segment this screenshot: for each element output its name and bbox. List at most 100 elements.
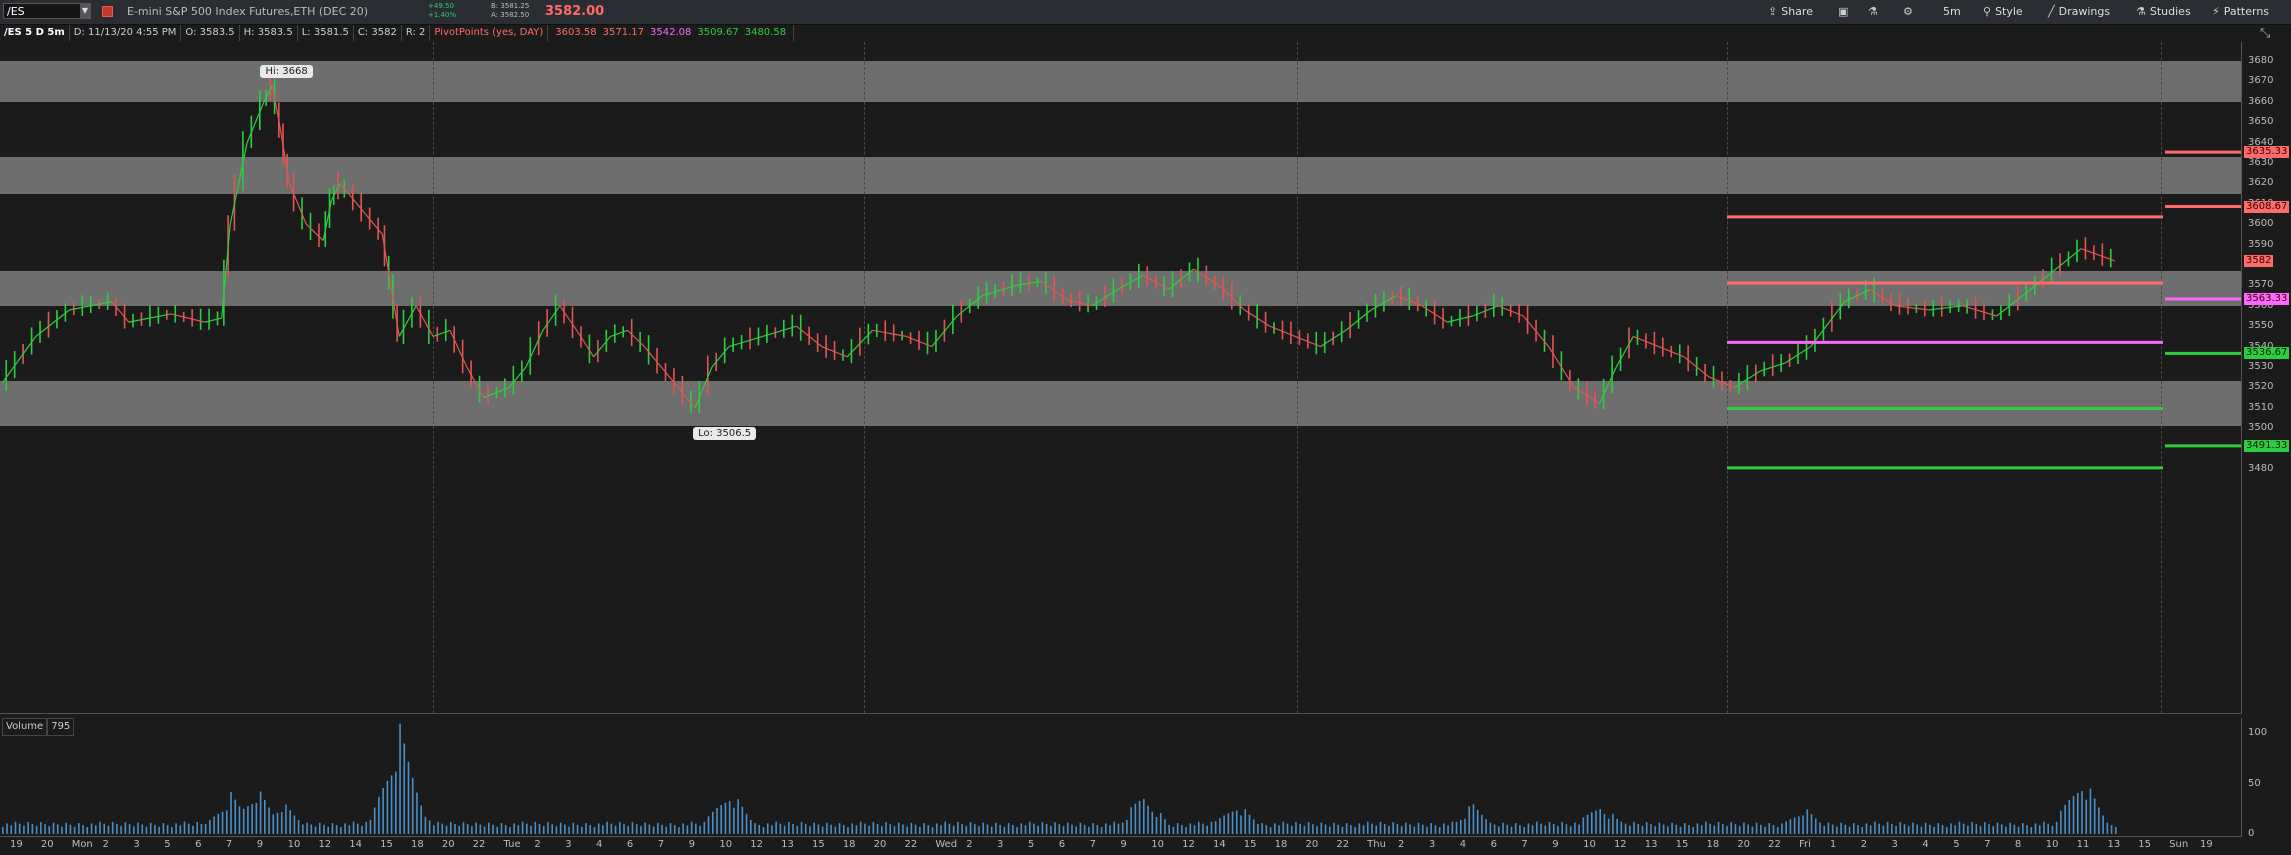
- volume-bar: [6, 823, 8, 834]
- volume-bar: [1548, 821, 1551, 834]
- interval-button[interactable]: 5m: [1943, 0, 1961, 24]
- time-axis[interactable]: 19 20 Mon 2 3 5 6 7 9 10 12 14 15 18 20 22 Tue 2 3 4 6 7 9 10 12…: [0, 837, 2241, 855]
- price-axis[interactable]: ⤡ 36803670366036503640363036203610360035…: [2242, 26, 2291, 714]
- price-segment: [432, 329, 451, 337]
- volume-bar: [2051, 825, 2054, 834]
- volume-bar: [1536, 821, 1538, 834]
- x-tick-label: 4: [596, 839, 603, 850]
- chart-label[interactable]: /ES 5 D 5m: [0, 25, 70, 41]
- x-tick-label: 13: [2107, 839, 2121, 850]
- volume-bar: [483, 826, 486, 834]
- settings-button[interactable]: ⚙: [1903, 0, 1917, 24]
- volume-bar: [1088, 826, 1090, 834]
- volume-bar: [978, 826, 980, 834]
- interval-label: 5m: [1943, 5, 1961, 18]
- volume-bar: [1755, 822, 1758, 834]
- volume-bar: [395, 771, 397, 834]
- volume-bar: [479, 824, 482, 834]
- price-segment: [449, 330, 468, 368]
- x-tick-label: 15: [1675, 839, 1689, 850]
- volume-bar: [200, 823, 203, 834]
- volume-bar: [179, 825, 182, 834]
- resize-icon[interactable]: ⤡: [2260, 26, 2270, 41]
- x-tick-label: 2: [102, 839, 109, 850]
- volume-bar: [437, 821, 439, 834]
- volume-bar: [61, 826, 63, 834]
- x-tick-label: 5: [1027, 839, 1035, 850]
- volume-bar: [390, 775, 393, 834]
- volume-bar: [1607, 818, 1610, 834]
- volume-bar: [500, 823, 503, 834]
- price-segment: [466, 366, 485, 398]
- price-level-label: 3608.67: [2244, 200, 2290, 213]
- volume-bar: [1624, 823, 1627, 834]
- volume-bar: [1062, 826, 1065, 834]
- volume-bar: [1861, 827, 1864, 834]
- volume-bar: [1037, 825, 1039, 834]
- volume-bar: [441, 823, 444, 834]
- volume-bar: [885, 822, 887, 834]
- volume-bar: [103, 823, 106, 834]
- volume-bar: [149, 822, 152, 834]
- volume-bar: [1214, 821, 1217, 834]
- style-button[interactable]: ⚲ Style: [1983, 0, 2023, 24]
- volume-bar: [242, 808, 245, 834]
- volume-bar: [1705, 821, 1707, 834]
- x-tick-label: 4: [1459, 839, 1467, 850]
- studies-button[interactable]: ⚗ Studies: [2136, 0, 2191, 24]
- price-level-label: 3635.33: [2244, 146, 2290, 159]
- instrument-description: E-mini S&P 500 Index Futures,ETH (DEC 20…: [127, 5, 369, 18]
- volume-bar: [1333, 822, 1335, 834]
- volume-bar: [813, 822, 815, 834]
- volume-bar: [171, 827, 173, 834]
- share-button[interactable]: ⇪ Share: [1768, 0, 1813, 24]
- symbol-input[interactable]: /ES: [3, 3, 91, 19]
- volume-bar: [551, 824, 553, 834]
- volume-bar: [1633, 821, 1635, 834]
- x-tick-label: 6: [626, 839, 634, 850]
- volume-bar: [982, 822, 985, 834]
- price-chart[interactable]: Hi: 3668 Lo: 3506.5: [0, 42, 2242, 714]
- volume-bar: [952, 825, 955, 834]
- price-segment: [271, 85, 282, 133]
- volume-bar: [1768, 823, 1771, 834]
- volume-bar: [965, 825, 968, 834]
- volume-bar: [1907, 826, 1910, 834]
- volume-bar: [1916, 824, 1918, 834]
- volume-bar: [466, 824, 469, 834]
- volume-bar: [1924, 822, 1927, 834]
- volume-bar: [234, 799, 237, 834]
- x-tick-label: 6: [195, 839, 202, 850]
- volume-bar: [1020, 823, 1023, 834]
- volume-bar: [373, 807, 376, 834]
- x-tick-label: 13: [781, 839, 794, 850]
- volume-svg: [2, 723, 2117, 834]
- pivot-value: 3480.58: [744, 27, 787, 38]
- volume-pane[interactable]: Volume 795: [0, 718, 2242, 837]
- symbol-dropdown-icon[interactable]: ▼: [80, 4, 90, 18]
- volume-bar: [1375, 825, 1378, 834]
- volume-bar: [1075, 826, 1078, 834]
- volume-bar: [1244, 809, 1247, 834]
- x-tick-label: 18: [410, 839, 424, 850]
- volume-bar: [1024, 825, 1027, 834]
- volume-bar: [1012, 825, 1014, 834]
- volume-bar: [2009, 822, 2011, 834]
- volume-bar: [1586, 814, 1589, 834]
- volume-bar: [133, 826, 135, 834]
- patterns-button[interactable]: ⚡ Patterns: [2212, 0, 2269, 24]
- drawings-button[interactable]: ╱ Drawings: [2048, 0, 2110, 24]
- pivot-study-label[interactable]: PivotPoints (yes, DAY): [430, 25, 549, 41]
- volume-bar: [2013, 824, 2016, 834]
- x-tick-label: 22: [472, 839, 486, 850]
- volume-bar: [416, 792, 418, 834]
- volume-bar: [1582, 817, 1585, 834]
- price-segment: [263, 85, 273, 103]
- volume-bar: [1658, 822, 1661, 834]
- flask-button[interactable]: ⚗: [1868, 0, 1882, 24]
- snapshot-button[interactable]: ▣: [1838, 0, 1852, 24]
- volume-bar: [585, 823, 587, 834]
- link-color-icon[interactable]: [102, 6, 113, 17]
- volume-bar: [399, 723, 401, 834]
- x-tick-label: 13: [1644, 839, 1658, 850]
